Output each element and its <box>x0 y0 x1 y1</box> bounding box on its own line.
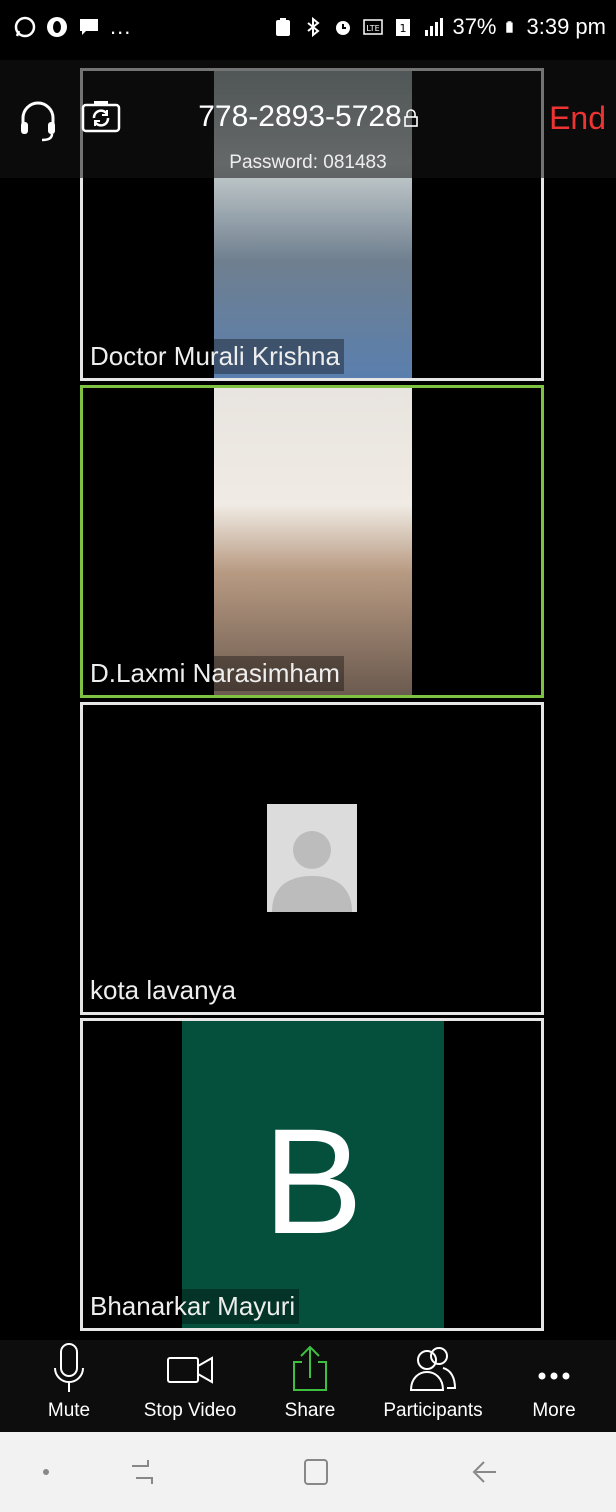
meeting-toolbar: Mute Stop Video Share Participants More <box>0 1340 616 1432</box>
message-icon <box>80 19 98 35</box>
battery-icon <box>505 21 513 33</box>
clock: 3:39 pm <box>526 14 607 39</box>
more-icon <box>538 1372 570 1380</box>
more-label: More <box>532 1400 576 1421</box>
notification-overflow: ... <box>110 14 132 39</box>
participant-name: Bhanarkar Mayuri <box>86 1289 300 1324</box>
signal-icon <box>425 18 444 36</box>
participants-button[interactable]: Participants <box>378 1340 488 1432</box>
svg-text:1: 1 <box>400 22 407 35</box>
volte-icon: LTE <box>363 19 384 35</box>
system-navigation-bar <box>0 1432 616 1512</box>
stop-video-button[interactable]: Stop Video <box>138 1340 242 1432</box>
avatar-letter-block: B <box>182 1021 444 1328</box>
back-icon[interactable] <box>466 1454 506 1490</box>
battery-percent: 37% <box>452 14 497 39</box>
participant-tile[interactable]: kota lavanya <box>80 702 544 1015</box>
participant-name: kota lavanya <box>86 973 240 1008</box>
mute-label: Mute <box>47 1400 91 1421</box>
mute-button[interactable]: Mute <box>36 1340 102 1432</box>
share-label: Share <box>284 1400 336 1421</box>
share-arrow-icon <box>293 1345 327 1391</box>
svg-text:LTE: LTE <box>367 24 380 33</box>
end-meeting-button[interactable]: End <box>549 100 606 137</box>
video-camera-icon <box>167 1356 213 1384</box>
avatar-placeholder <box>267 804 357 912</box>
home-icon[interactable] <box>296 1454 336 1490</box>
participant-video <box>214 388 412 695</box>
participant-name: D.Laxmi Narasimham <box>86 656 344 691</box>
lock-icon <box>403 109 418 127</box>
sim-icon: 1 <box>396 19 411 36</box>
bluetooth-icon <box>307 16 321 38</box>
recent-apps-icon[interactable] <box>122 1454 162 1490</box>
share-button[interactable]: Share <box>276 1340 344 1432</box>
participant-tile-active-speaker[interactable]: D.Laxmi Narasimham <box>80 385 544 698</box>
participants-label: Participants <box>383 1400 483 1421</box>
meeting-id[interactable]: 778-2893-5728 <box>0 100 616 134</box>
participant-name: Doctor Murali Krishna <box>86 339 344 374</box>
participants-icon <box>409 1347 457 1391</box>
avatar-letter: B <box>262 1097 364 1265</box>
meeting-top-bar: 778-2893-5728 Password: 081483 End <box>0 60 616 178</box>
microphone-icon <box>54 1343 84 1392</box>
more-button[interactable]: More <box>526 1340 582 1432</box>
meeting-password: Password: 081483 <box>229 152 387 173</box>
battery-saver-icon <box>276 18 291 36</box>
opera-icon <box>47 17 67 37</box>
stop-video-label: Stop Video <box>143 1400 237 1421</box>
status-bar: ... LTE 1 37% 3:39 pm <box>0 0 616 58</box>
whatsapp-icon <box>14 16 36 38</box>
dot-indicator-icon <box>43 1469 49 1475</box>
alarm-icon <box>336 21 351 35</box>
meeting-id-text: 778-2893-5728 <box>198 100 402 133</box>
participant-tile[interactable]: B Bhanarkar Mayuri <box>80 1018 544 1331</box>
